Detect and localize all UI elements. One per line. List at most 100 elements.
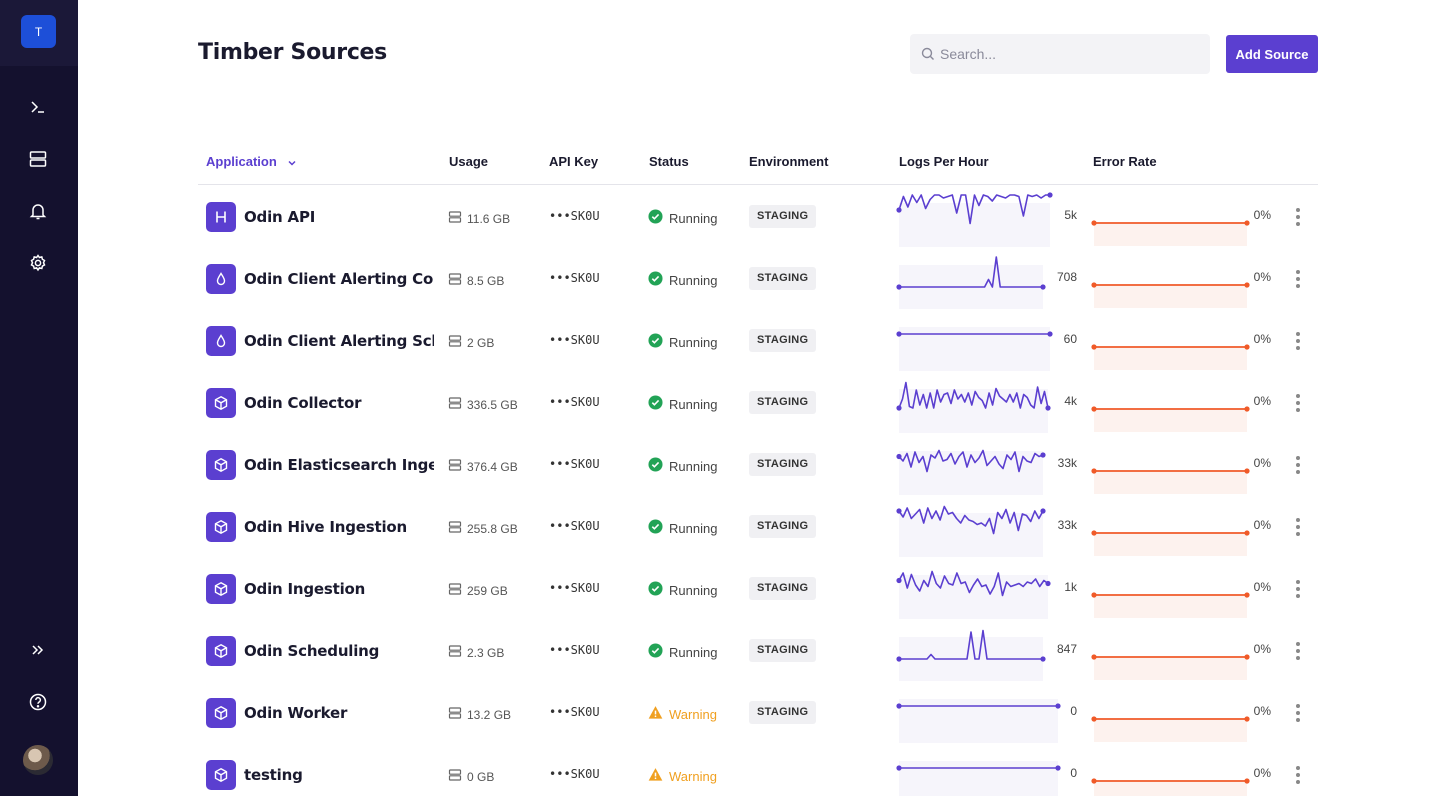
- sparkline-start-dot: [896, 284, 902, 290]
- more-options-icon[interactable]: [1290, 329, 1306, 353]
- api-key-value[interactable]: •••SK0U: [549, 271, 600, 285]
- column-usage: Usage: [449, 154, 489, 169]
- environment-badge: STAGING: [749, 453, 817, 476]
- api-key-value[interactable]: •••SK0U: [549, 333, 600, 347]
- status-badge: Warning: [648, 705, 717, 723]
- user-avatar[interactable]: [23, 745, 53, 775]
- more-options-icon[interactable]: [1290, 515, 1306, 539]
- status-label: Running: [669, 210, 718, 226]
- table-row[interactable]: Odin Hive Ingestion 255.8 GB •••SK0U Runnin…: [198, 495, 1318, 557]
- table-row[interactable]: Odin Scheduling 2.3 GB •••SK0U Running STAGI…: [198, 619, 1318, 681]
- error-rate-start-dot: [1091, 530, 1097, 536]
- status-badge: Running: [648, 581, 717, 599]
- terminal-icon[interactable]: [26, 95, 50, 119]
- api-key-value[interactable]: •••SK0U: [549, 581, 600, 595]
- error-rate-value: 0%: [1253, 580, 1271, 594]
- check-circle-icon: [648, 395, 669, 413]
- table-row[interactable]: Odin Worker 13.2 GB •••SK0U Warning STAGING 0…: [198, 681, 1318, 743]
- usage-value: 376.4 GB: [467, 459, 518, 474]
- status-badge: Running: [648, 457, 717, 475]
- more-options-icon[interactable]: [1290, 267, 1306, 291]
- more-options-icon[interactable]: [1290, 701, 1306, 725]
- table-row[interactable]: Odin Client Alerting Consumer 8.5 GB •••SK…: [198, 247, 1318, 309]
- check-circle-icon: [648, 333, 669, 351]
- environment-badge: STAGING: [749, 515, 817, 538]
- api-key-value[interactable]: •••SK0U: [549, 519, 600, 533]
- gear-icon[interactable]: [26, 251, 50, 275]
- application-name[interactable]: Odin Client Alerting Scheduler: [244, 332, 434, 350]
- warning-icon: [648, 767, 669, 785]
- more-options-icon[interactable]: [1290, 391, 1306, 415]
- server-icon[interactable]: [26, 147, 50, 171]
- logs-sparkline: [896, 505, 1046, 557]
- search-input[interactable]: [940, 34, 1202, 74]
- search-icon: [921, 47, 934, 60]
- status-label: Warning: [669, 768, 717, 784]
- dot: [1296, 780, 1300, 784]
- api-key-value[interactable]: •••SK0U: [549, 705, 600, 719]
- table-header: Application Usage API Key Status Environ…: [198, 140, 1318, 185]
- more-options-icon[interactable]: [1290, 763, 1306, 787]
- application-name[interactable]: Odin Elasticsearch Ingestion: [244, 456, 434, 474]
- sparkline-start-dot: [896, 508, 902, 514]
- box-icon: [206, 760, 236, 790]
- logs-per-hour-value: 33k: [1057, 518, 1077, 532]
- server-icon: [448, 210, 467, 227]
- error-rate-background: [1094, 348, 1247, 370]
- environment-badge: STAGING: [749, 391, 817, 414]
- logs-per-hour-value: 1k: [1064, 580, 1077, 594]
- application-name[interactable]: Odin Hive Ingestion: [244, 518, 434, 536]
- logs-per-hour-value: 0: [1070, 704, 1077, 718]
- box-icon: [206, 574, 236, 604]
- table-row[interactable]: Odin Collector 336.5 GB •••SK0U Running STAG…: [198, 371, 1318, 433]
- column-error-rate: Error Rate: [1093, 154, 1157, 169]
- help-icon[interactable]: [26, 690, 50, 714]
- dot: [1296, 208, 1300, 212]
- check-circle-icon: [648, 519, 669, 537]
- drop-icon: [206, 264, 236, 294]
- error-rate-start-dot: [1091, 592, 1097, 598]
- expand-icon[interactable]: [26, 638, 50, 662]
- application-name[interactable]: Odin Client Alerting Consumer: [244, 270, 434, 288]
- add-source-button[interactable]: Add Source: [1226, 35, 1318, 73]
- dot: [1296, 339, 1300, 343]
- error-rate-start-dot: [1091, 716, 1097, 722]
- bell-icon[interactable]: [26, 199, 50, 223]
- search-box[interactable]: [910, 34, 1210, 74]
- chevron-down-icon: [288, 160, 296, 166]
- api-key-value[interactable]: •••SK0U: [549, 767, 600, 781]
- table-row[interactable]: Odin Elasticsearch Ingestion 376.4 GB •••S…: [198, 433, 1318, 495]
- application-name[interactable]: Odin API: [244, 208, 434, 226]
- status-badge: Running: [648, 643, 717, 661]
- table-row[interactable]: Odin Client Alerting Scheduler 2 GB •••SK0…: [198, 309, 1318, 371]
- usage-cell: 376.4 GB: [448, 458, 518, 475]
- logs-per-hour-value: 0: [1070, 766, 1077, 780]
- dot: [1296, 525, 1300, 529]
- api-key-value[interactable]: •••SK0U: [549, 643, 600, 657]
- sparkline-background: [899, 575, 1048, 619]
- table-row[interactable]: Odin Ingestion 259 GB •••SK0U Running STAGIN…: [198, 557, 1318, 619]
- dot: [1296, 532, 1300, 536]
- more-options-icon[interactable]: [1290, 639, 1306, 663]
- application-name[interactable]: Odin Ingestion: [244, 580, 434, 598]
- column-application[interactable]: Application: [206, 154, 297, 169]
- sparkline-end-dot: [1040, 508, 1046, 514]
- api-key-value[interactable]: •••SK0U: [549, 209, 600, 223]
- table-row[interactable]: Odin API 11.6 GB •••SK0U Running STAGING 5k 0%: [198, 185, 1318, 247]
- more-options-icon[interactable]: [1290, 205, 1306, 229]
- application-name[interactable]: Odin Scheduling: [244, 642, 434, 660]
- api-key-value[interactable]: •••SK0U: [549, 457, 600, 471]
- application-name[interactable]: Odin Collector: [244, 394, 434, 412]
- more-options-icon[interactable]: [1290, 453, 1306, 477]
- box-icon: [206, 698, 236, 728]
- table-row[interactable]: testing 0 GB •••SK0U Warning 0 0%: [198, 743, 1318, 796]
- error-rate-start-dot: [1091, 406, 1097, 412]
- server-icon: [448, 644, 467, 661]
- api-key-value[interactable]: •••SK0U: [549, 395, 600, 409]
- application-name[interactable]: Odin Worker: [244, 704, 434, 722]
- application-name[interactable]: testing: [244, 766, 434, 784]
- team-avatar-button[interactable]: T: [21, 15, 56, 48]
- more-options-icon[interactable]: [1290, 577, 1306, 601]
- dot: [1296, 346, 1300, 350]
- environment-badge: STAGING: [749, 701, 817, 724]
